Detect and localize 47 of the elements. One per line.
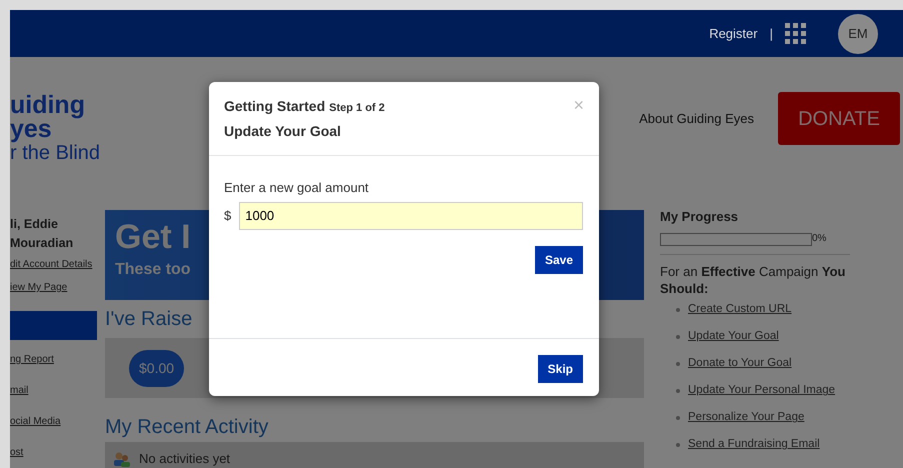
sidebar-link[interactable]: ost [10, 445, 97, 460]
activity-empty-text: No activities yet [139, 450, 230, 468]
campaign-link[interactable]: Update Your Goal [688, 328, 779, 346]
modal-title: Getting Started [224, 97, 326, 116]
banner-heading: Get I [115, 217, 191, 258]
currency-symbol: $ [224, 206, 232, 225]
campaign-link[interactable]: Create Custom URL [688, 301, 792, 319]
progress-heading: My Progress [660, 208, 740, 226]
bullet-icon [676, 362, 680, 366]
donate-button[interactable]: DONATE [778, 92, 900, 145]
people-icon [113, 450, 131, 466]
separator: | [770, 24, 773, 43]
bullet-icon [676, 389, 680, 393]
save-button[interactable]: Save [534, 246, 583, 274]
apps-grid-icon[interactable] [785, 23, 806, 44]
user-name: li, Eddie [10, 216, 59, 233]
field-label: Enter a new goal amount [224, 179, 370, 197]
progress-reading: 0% [812, 232, 826, 246]
avatar-initials[interactable]: EM [838, 14, 878, 54]
sidebar-link[interactable]: ocial Media [10, 414, 97, 429]
logo-text: r the Blind [10, 142, 100, 165]
campaign-link[interactable]: Donate to Your Goal [688, 355, 792, 373]
user-name: Mouradian [10, 235, 74, 252]
modal-subtitle: Update Your Goal [224, 122, 342, 141]
register-link[interactable]: Register [709, 24, 758, 44]
account-link[interactable]: dit Account Details [10, 257, 97, 272]
activity-heading: My Recent Activity [105, 415, 270, 440]
logo-text: uiding [10, 93, 86, 117]
sidebar-link[interactable]: ng Report [10, 352, 97, 367]
bullet-icon [676, 443, 680, 447]
about-link[interactable]: About Guiding Eyes [639, 108, 754, 128]
raised-heading: I've Raise [105, 307, 194, 332]
skip-button[interactable]: Skip [538, 355, 583, 383]
banner-subheading: These too [115, 260, 191, 280]
raised-amount: $0.00 [129, 350, 184, 386]
bullet-icon [676, 416, 680, 420]
campaign-link[interactable]: Update Your Personal Image [688, 382, 836, 400]
campaign-link[interactable]: Send a Fundraising Email [688, 436, 820, 454]
logo-text: yes [10, 117, 52, 141]
goal-amount-field[interactable]: 1000 [239, 202, 583, 230]
account-link[interactable]: iew My Page [10, 280, 97, 295]
campaign-link[interactable]: Personalize Your Page [688, 409, 804, 427]
step-indicator: Step 1 of 2 [329, 101, 385, 116]
bullet-icon [676, 308, 680, 312]
campaign-intro: For an Effective Campaign You Should: [660, 262, 846, 296]
sidebar-link[interactable]: mail [10, 383, 97, 398]
bullet-icon [676, 335, 680, 339]
